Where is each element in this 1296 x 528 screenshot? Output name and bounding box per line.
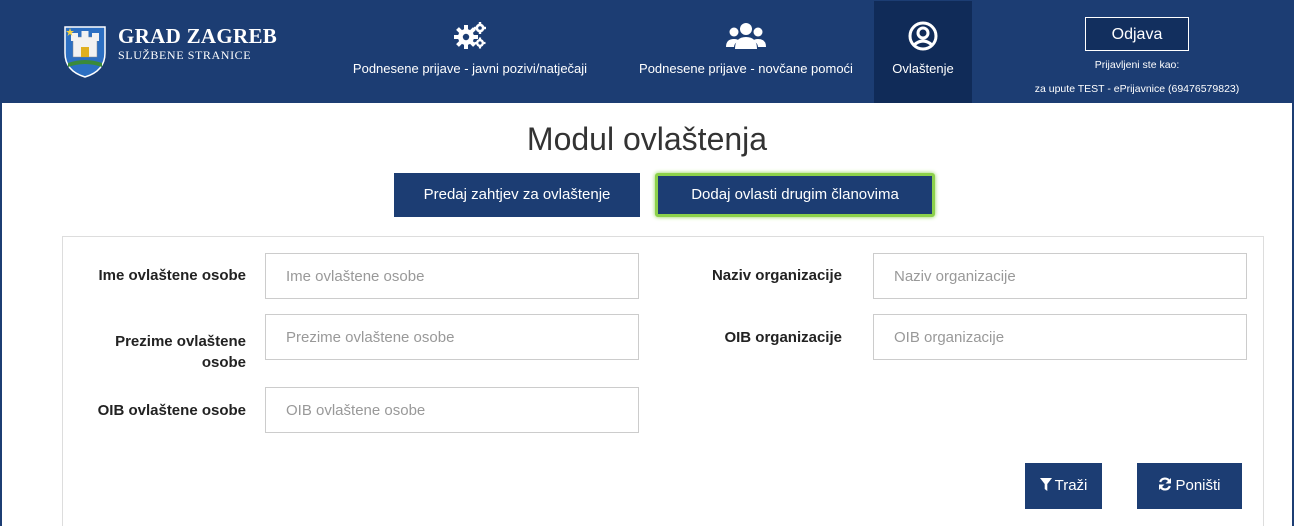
app-window: GRAD ZAGREB SLUŽBENE STRANICE Podnesene … [0, 0, 1294, 526]
prezime-input[interactable] [265, 314, 639, 360]
nav-label: Podnesene prijave - javni pozivi/natječa… [352, 61, 588, 76]
naziv-organizacije-label: Naziv organizacije [711, 267, 842, 284]
reset-button-label: Poništi [1175, 477, 1221, 494]
user-circle-icon [908, 21, 938, 54]
search-button[interactable]: Traži [1025, 463, 1102, 509]
nav-label: Podnesene prijave - novčane pomoći [639, 61, 853, 76]
logo-subtitle: SLUŽBENE STRANICE [118, 48, 252, 62]
site-logo[interactable]: GRAD ZAGREB SLUŽBENE STRANICE [62, 23, 277, 79]
nav-label: Ovlaštenje [892, 61, 954, 76]
search-button-label: Traži [1054, 477, 1088, 494]
nav-item-novcane-pomoci[interactable]: Podnesene prijave - novčane pomoći [622, 1, 870, 103]
filter-icon [1039, 464, 1052, 510]
zagreb-crest-icon [64, 26, 106, 78]
reset-button[interactable]: Poništi [1137, 463, 1242, 509]
prezime-label-line2: osobe [201, 354, 246, 371]
ime-input[interactable] [265, 253, 639, 299]
oib-organizacije-label: OIB organizacije [724, 329, 842, 346]
prezime-label: Prezime ovlaštene osobe [72, 331, 246, 373]
tab-predaj-zahtjev[interactable]: Predaj zahtjev za ovlaštenje [394, 173, 640, 217]
logged-in-label: Prijavljeni ste kao: [1094, 59, 1180, 71]
users-icon [726, 21, 766, 54]
prezime-label-line1: Prezime ovlaštene [115, 333, 246, 350]
tab-dodaj-ovlasti[interactable]: Dodaj ovlasti drugim članovima [655, 173, 935, 217]
oib-organizacije-input[interactable] [873, 314, 1247, 360]
logo-title: GRAD ZAGREB [118, 24, 278, 48]
page-title: Modul ovlaštenja [526, 121, 768, 157]
ime-label: Ime ovlaštene osobe [98, 267, 246, 284]
oib-osobe-input[interactable] [265, 387, 639, 433]
oib-osobe-label: OIB ovlaštene osobe [97, 402, 246, 419]
refresh-icon [1158, 464, 1172, 510]
gears-icon [453, 21, 487, 54]
logged-in-user: za upute TEST - ePrijavnice (69476579823… [1034, 83, 1240, 95]
naziv-organizacije-input[interactable] [873, 253, 1247, 299]
top-navbar: GRAD ZAGREB SLUŽBENE STRANICE Podnesene … [2, 1, 1292, 103]
logout-button[interactable]: Odjava [1085, 17, 1189, 51]
nav-item-javni-pozivi[interactable]: Podnesene prijave - javni pozivi/natječa… [338, 1, 602, 103]
nav-item-ovlastenje[interactable]: Ovlaštenje [874, 1, 972, 103]
